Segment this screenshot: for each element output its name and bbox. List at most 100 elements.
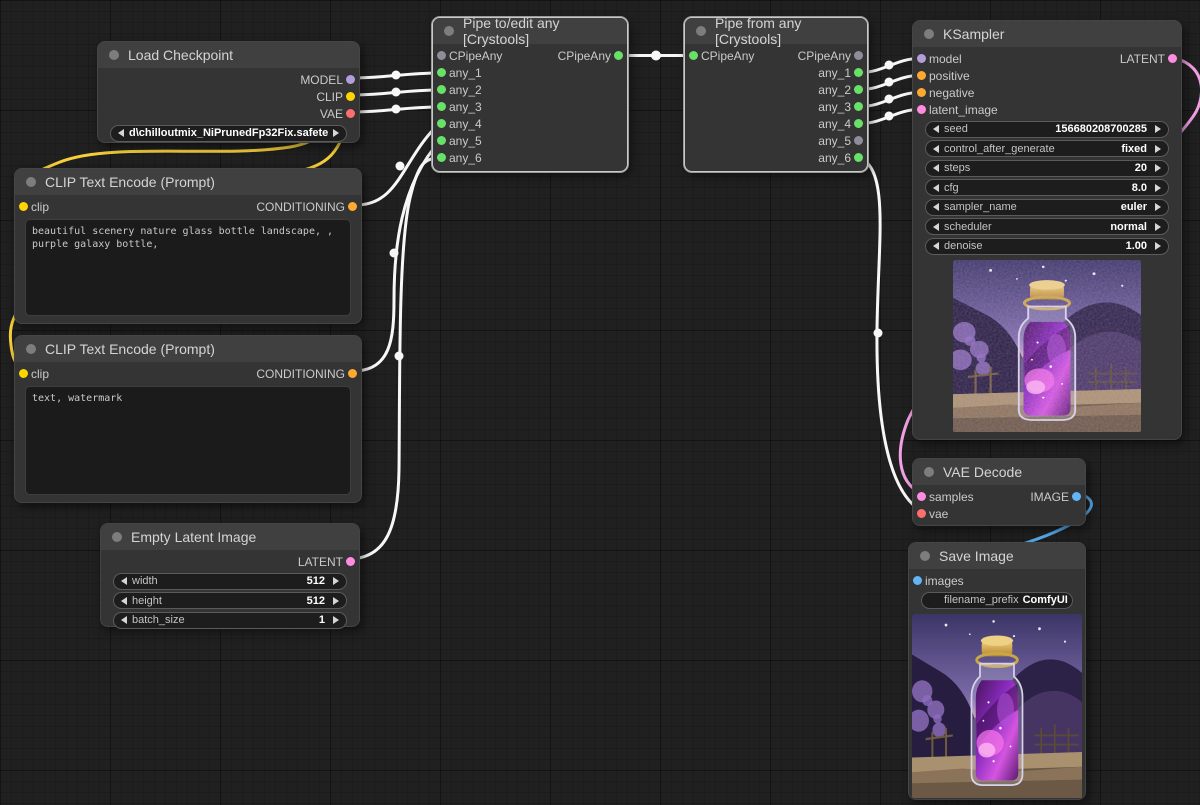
increment-icon[interactable] [1155,125,1161,133]
collapse-dot-icon[interactable] [26,344,36,354]
node-title-bar[interactable]: Save Image [909,543,1085,569]
cfg-widget[interactable]: cfg8.0 [925,179,1169,196]
any6-input-port[interactable] [437,153,446,162]
decrement-icon[interactable] [121,597,127,605]
steps-widget[interactable]: steps20 [925,160,1169,177]
model-output-port[interactable] [346,75,355,84]
decrement-icon[interactable] [933,223,939,231]
any3-output-port[interactable] [854,102,863,111]
decrement-icon[interactable] [933,125,939,133]
latent-image-input-port[interactable] [917,105,926,114]
sampler-name-widget[interactable]: sampler_nameeuler [925,199,1169,216]
latent-output-port[interactable] [346,557,355,566]
node-title-bar[interactable]: Empty Latent Image [101,524,359,550]
node-pipe-to-edit-any[interactable]: Pipe to/edit any [Crystools] CPipeAny CP… [432,17,628,172]
samples-input-port[interactable] [917,492,926,501]
increment-icon[interactable] [1155,184,1161,192]
collapse-dot-icon[interactable] [112,532,122,542]
collapse-dot-icon[interactable] [920,551,930,561]
batch-size-widget[interactable]: batch_size1 [113,612,347,629]
seed-widget[interactable]: seed156680208700285 [925,121,1169,138]
filename-prefix-widget[interactable]: filename_prefixComfyUI [921,592,1073,609]
widget-value: 512 [307,575,325,587]
node-empty-latent-image[interactable]: Empty Latent Image LATENT width512 heigh… [100,523,360,627]
link-dot [392,88,401,97]
prompt-textarea[interactable]: text, watermark [25,386,351,495]
increment-icon[interactable] [333,597,339,605]
increment-icon[interactable] [1155,164,1161,172]
cpipeany-input-port[interactable] [689,51,698,60]
decrement-icon[interactable] [933,203,939,211]
ckpt-name-widget[interactable]: d\chilloutmix_NiPrunedFp32Fix.safetensor… [110,125,347,142]
scheduler-widget[interactable]: schedulernormal [925,218,1169,235]
collapse-dot-icon[interactable] [444,26,454,36]
negative-input-port[interactable] [917,88,926,97]
model-input-port[interactable] [917,54,926,63]
node-ksampler[interactable]: KSampler model LATENT positive negative … [912,20,1182,440]
any1-input-port[interactable] [437,68,446,77]
cpipeany-output-port[interactable] [614,51,623,60]
conditioning-output-port[interactable] [348,369,357,378]
any3-input-port[interactable] [437,102,446,111]
width-widget[interactable]: width512 [113,573,347,590]
decrement-icon[interactable] [121,577,127,585]
vae-input-port[interactable] [917,509,926,518]
collapse-dot-icon[interactable] [109,50,119,60]
clip-input-port[interactable] [19,369,28,378]
decrement-icon[interactable] [933,145,939,153]
node-title-bar[interactable]: CLIP Text Encode (Prompt) [15,169,361,195]
node-pipe-from-any[interactable]: Pipe from any [Crystools] CPipeAny CPipe… [684,17,868,172]
increment-icon[interactable] [333,616,339,624]
output-label: any_5 [818,134,851,148]
conditioning-output-port[interactable] [348,202,357,211]
latent-output-port[interactable] [1168,54,1177,63]
node-save-image[interactable]: Save Image images filename_prefixComfyUI [908,542,1086,800]
images-input-port[interactable] [913,576,922,585]
next-value-icon[interactable] [333,129,339,137]
prompt-textarea[interactable]: beautiful scenery nature glass bottle la… [25,219,351,316]
node-title-bar[interactable]: CLIP Text Encode (Prompt) [15,336,361,362]
any5-output-port[interactable] [854,136,863,145]
node-title-bar[interactable]: Load Checkpoint [98,42,359,68]
cpipeany-input-port[interactable] [437,51,446,60]
decrement-icon[interactable] [933,184,939,192]
decrement-icon[interactable] [933,242,939,250]
node-clip-text-encode-positive[interactable]: CLIP Text Encode (Prompt) clip CONDITION… [14,168,362,324]
denoise-widget[interactable]: denoise1.00 [925,238,1169,255]
cpipeany-output-port[interactable] [854,51,863,60]
image-output-port[interactable] [1072,492,1081,501]
prev-value-icon[interactable] [118,129,124,137]
collapse-dot-icon[interactable] [696,26,706,36]
clip-output-port[interactable] [346,92,355,101]
any5-input-port[interactable] [437,136,446,145]
any4-output-port[interactable] [854,119,863,128]
node-title-bar[interactable]: KSampler [913,21,1181,47]
node-clip-text-encode-negative[interactable]: CLIP Text Encode (Prompt) clip CONDITION… [14,335,362,503]
collapse-dot-icon[interactable] [26,177,36,187]
decrement-icon[interactable] [121,616,127,624]
collapse-dot-icon[interactable] [924,467,934,477]
node-graph-canvas[interactable]: Load Checkpoint MODEL CLIP VAE d\chillou… [0,0,1200,805]
decrement-icon[interactable] [933,164,939,172]
increment-icon[interactable] [1155,203,1161,211]
any6-output-port[interactable] [854,153,863,162]
any2-input-port[interactable] [437,85,446,94]
clip-input-port[interactable] [19,202,28,211]
node-vae-decode[interactable]: VAE Decode samples IMAGE vae [912,458,1086,526]
vae-output-port[interactable] [346,109,355,118]
any4-input-port[interactable] [437,119,446,128]
positive-input-port[interactable] [917,71,926,80]
any2-output-port[interactable] [854,85,863,94]
increment-icon[interactable] [333,577,339,585]
control-after-generate-widget[interactable]: control_after_generatefixed [925,140,1169,157]
node-load-checkpoint[interactable]: Load Checkpoint MODEL CLIP VAE d\chillou… [97,41,360,143]
node-title-bar[interactable]: Pipe from any [Crystools] [685,18,867,44]
height-widget[interactable]: height512 [113,592,347,609]
node-title-bar[interactable]: VAE Decode [913,459,1085,485]
node-title-bar[interactable]: Pipe to/edit any [Crystools] [433,18,627,44]
increment-icon[interactable] [1155,223,1161,231]
any1-output-port[interactable] [854,68,863,77]
increment-icon[interactable] [1155,145,1161,153]
increment-icon[interactable] [1155,242,1161,250]
collapse-dot-icon[interactable] [924,29,934,39]
